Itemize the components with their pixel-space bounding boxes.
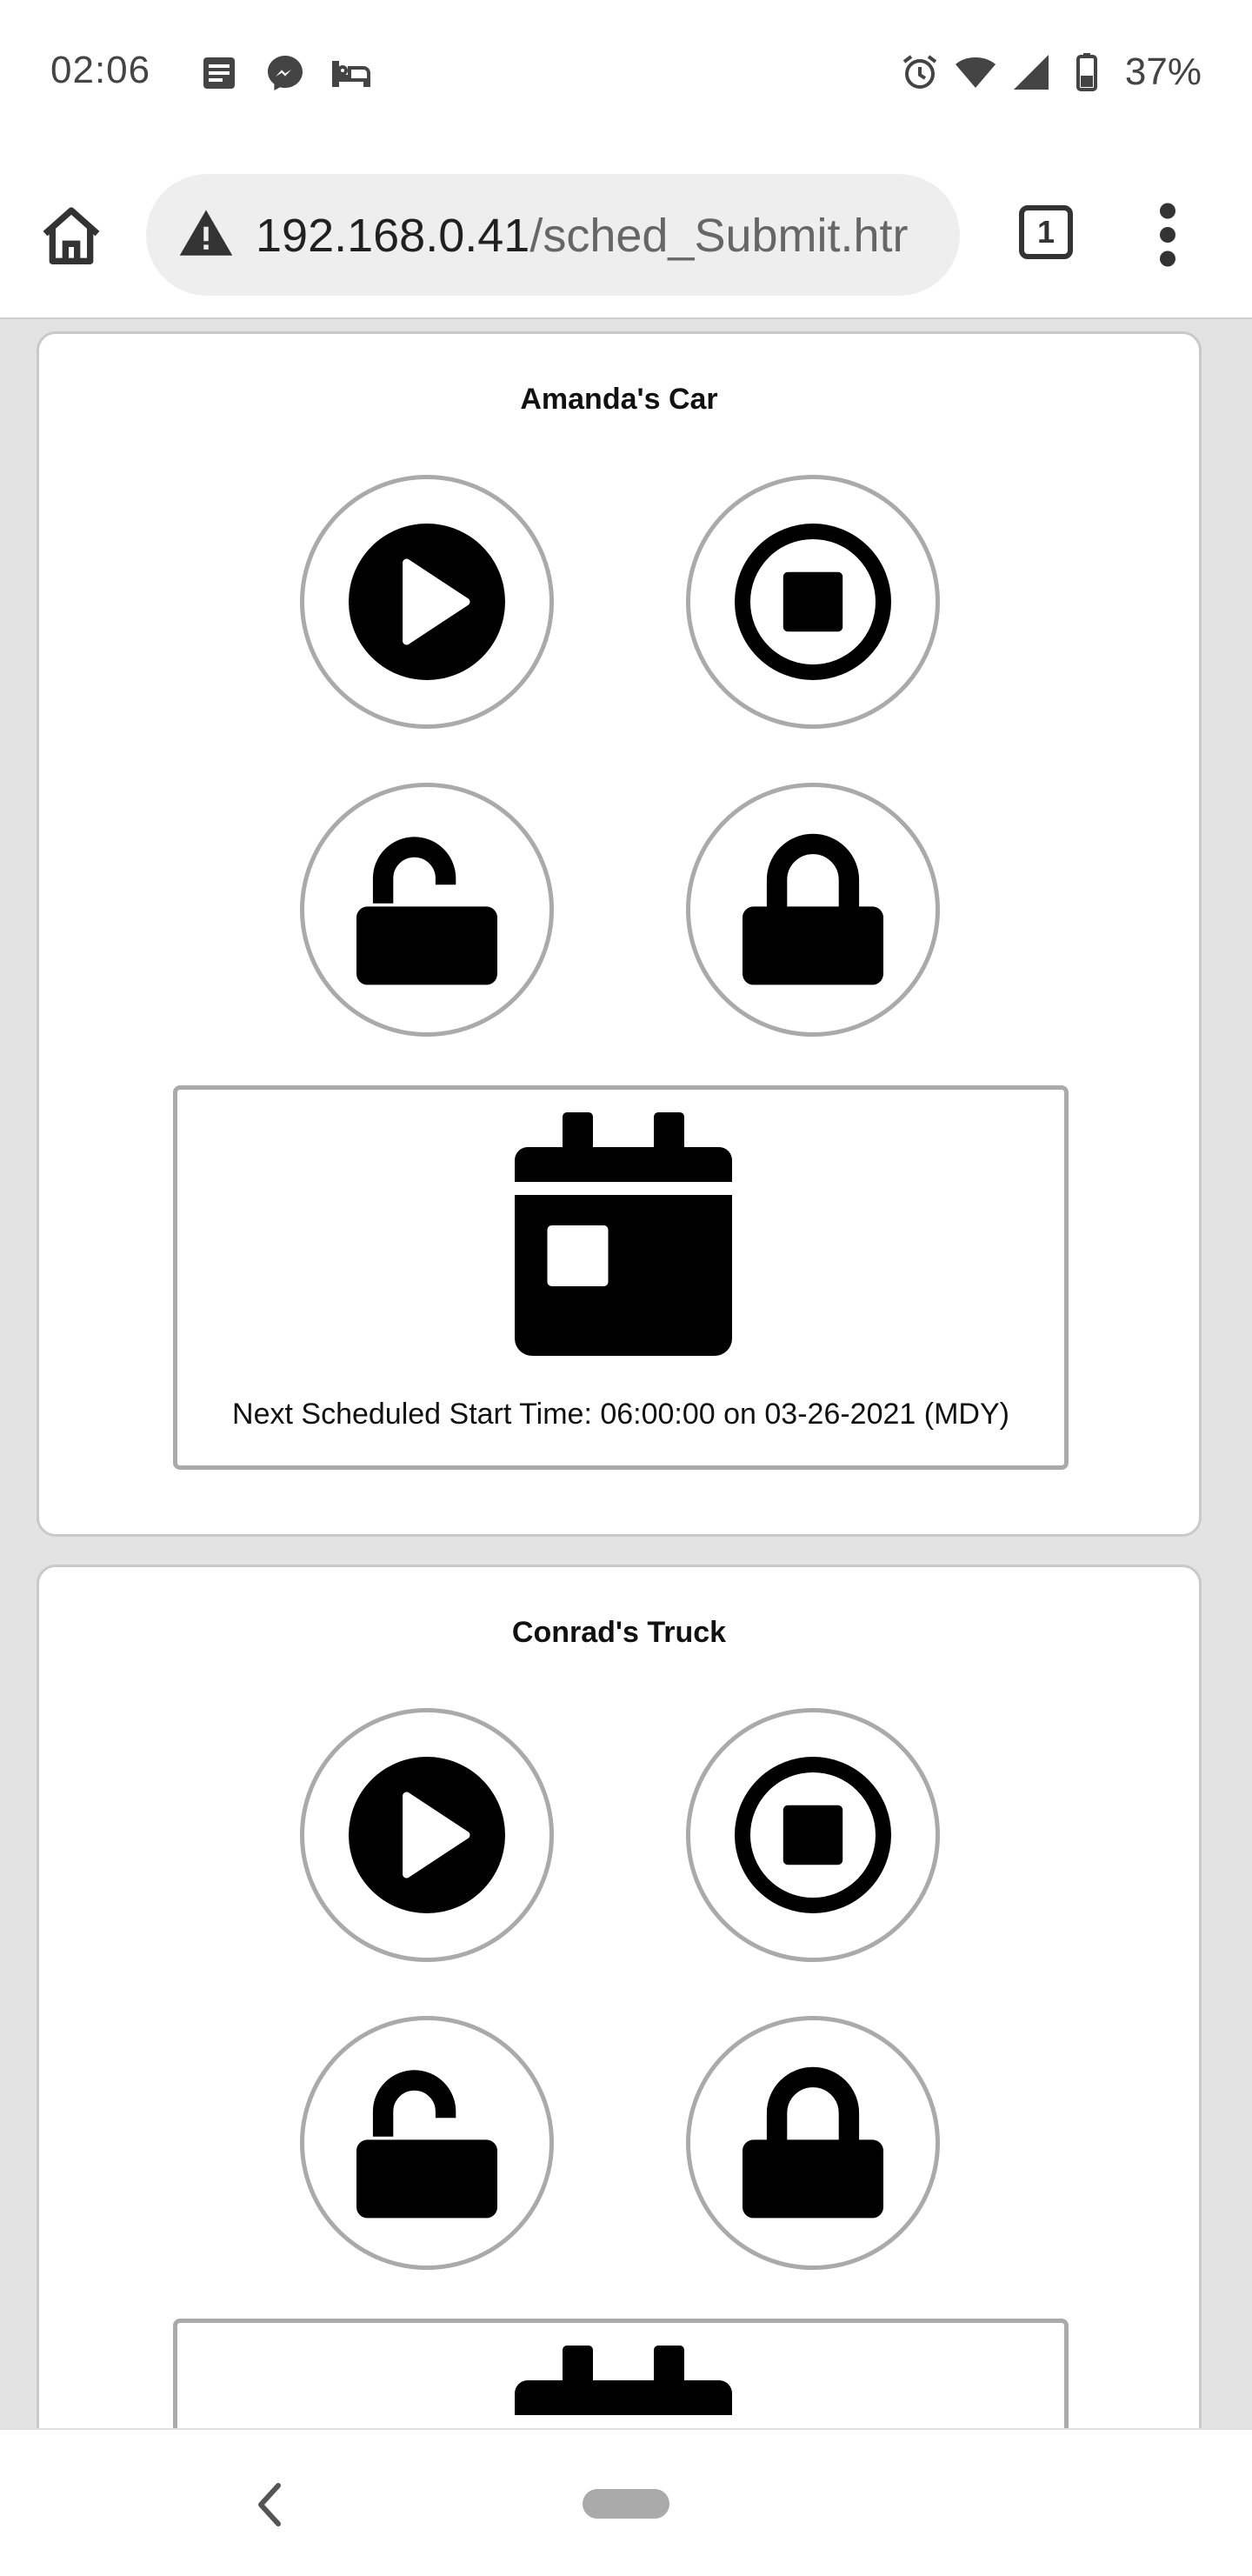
messenger-icon <box>268 56 303 90</box>
stop-circle-icon <box>735 524 891 680</box>
device-title: Amanda's Car <box>520 383 718 416</box>
tab-switcher-button[interactable]: 1 <box>1019 205 1073 259</box>
play-circle-icon <box>349 1757 505 1913</box>
url-path: /sched_Submit.htr <box>529 210 909 262</box>
lock-icon <box>743 2066 883 2219</box>
news-icon <box>203 57 235 89</box>
calendar-icon <box>515 2346 732 2415</box>
page-content: Amanda's Car Next Scheduled Start Time: … <box>0 319 1252 2428</box>
calendar-icon <box>515 1112 732 1356</box>
remote-start-button[interactable] <box>300 475 554 729</box>
unlock-button[interactable] <box>300 783 554 1037</box>
address-bar[interactable]: 192.168.0.41/sched_Submit.htr <box>146 174 960 296</box>
url-text[interactable]: 192.168.0.41/sched_Submit.htr <box>256 209 909 263</box>
tab-count: 1 <box>1036 214 1056 250</box>
stop-circle-icon <box>735 1757 891 1913</box>
play-circle-icon <box>349 524 505 680</box>
battery-icon <box>1076 53 1097 91</box>
more-menu-icon[interactable] <box>1146 200 1189 270</box>
unlock-icon <box>356 2070 497 2219</box>
notification-icons <box>198 52 372 94</box>
status-bar: 02:06 37% <box>0 0 1252 148</box>
battery-percent: 37% <box>1124 50 1202 93</box>
status-time: 02:06 <box>50 49 151 91</box>
remote-stop-button[interactable] <box>686 1708 940 1962</box>
bed-icon <box>332 61 370 87</box>
warning-icon[interactable] <box>177 205 235 263</box>
unlock-icon <box>356 837 497 985</box>
lock-button[interactable] <box>686 783 940 1037</box>
lock-icon <box>743 833 883 985</box>
remote-start-button[interactable] <box>300 1708 554 1962</box>
device-card-conrads-truck: Conrad's Truck <box>37 1565 1202 2428</box>
schedule-button[interactable] <box>173 2319 1069 2428</box>
remote-stop-button[interactable] <box>686 475 940 729</box>
device-title: Conrad's Truck <box>511 1616 727 1649</box>
signal-icon <box>1013 55 1049 90</box>
home-gesture-pill[interactable] <box>583 2489 669 2519</box>
system-icons: 37% <box>899 50 1202 94</box>
url-host: 192.168.0.41 <box>256 210 530 262</box>
unlock-button[interactable] <box>300 2016 554 2270</box>
device-card-amandas-car: Amanda's Car Next Scheduled Start Time: … <box>37 331 1202 1537</box>
home-icon[interactable] <box>37 202 106 271</box>
lock-button[interactable] <box>686 2016 940 2270</box>
alarm-icon <box>902 55 937 89</box>
back-chevron-icon[interactable] <box>252 2480 287 2529</box>
wifi-icon <box>955 57 996 88</box>
schedule-button[interactable]: Next Scheduled Start Time: 06:00:00 on 0… <box>173 1085 1069 1470</box>
browser-toolbar: 192.168.0.41/sched_Submit.htr 1 <box>0 148 1252 319</box>
next-scheduled-start: Next Scheduled Start Time: 06:00:00 on 0… <box>232 1398 1009 1431</box>
navigation-bar <box>0 2428 1252 2576</box>
